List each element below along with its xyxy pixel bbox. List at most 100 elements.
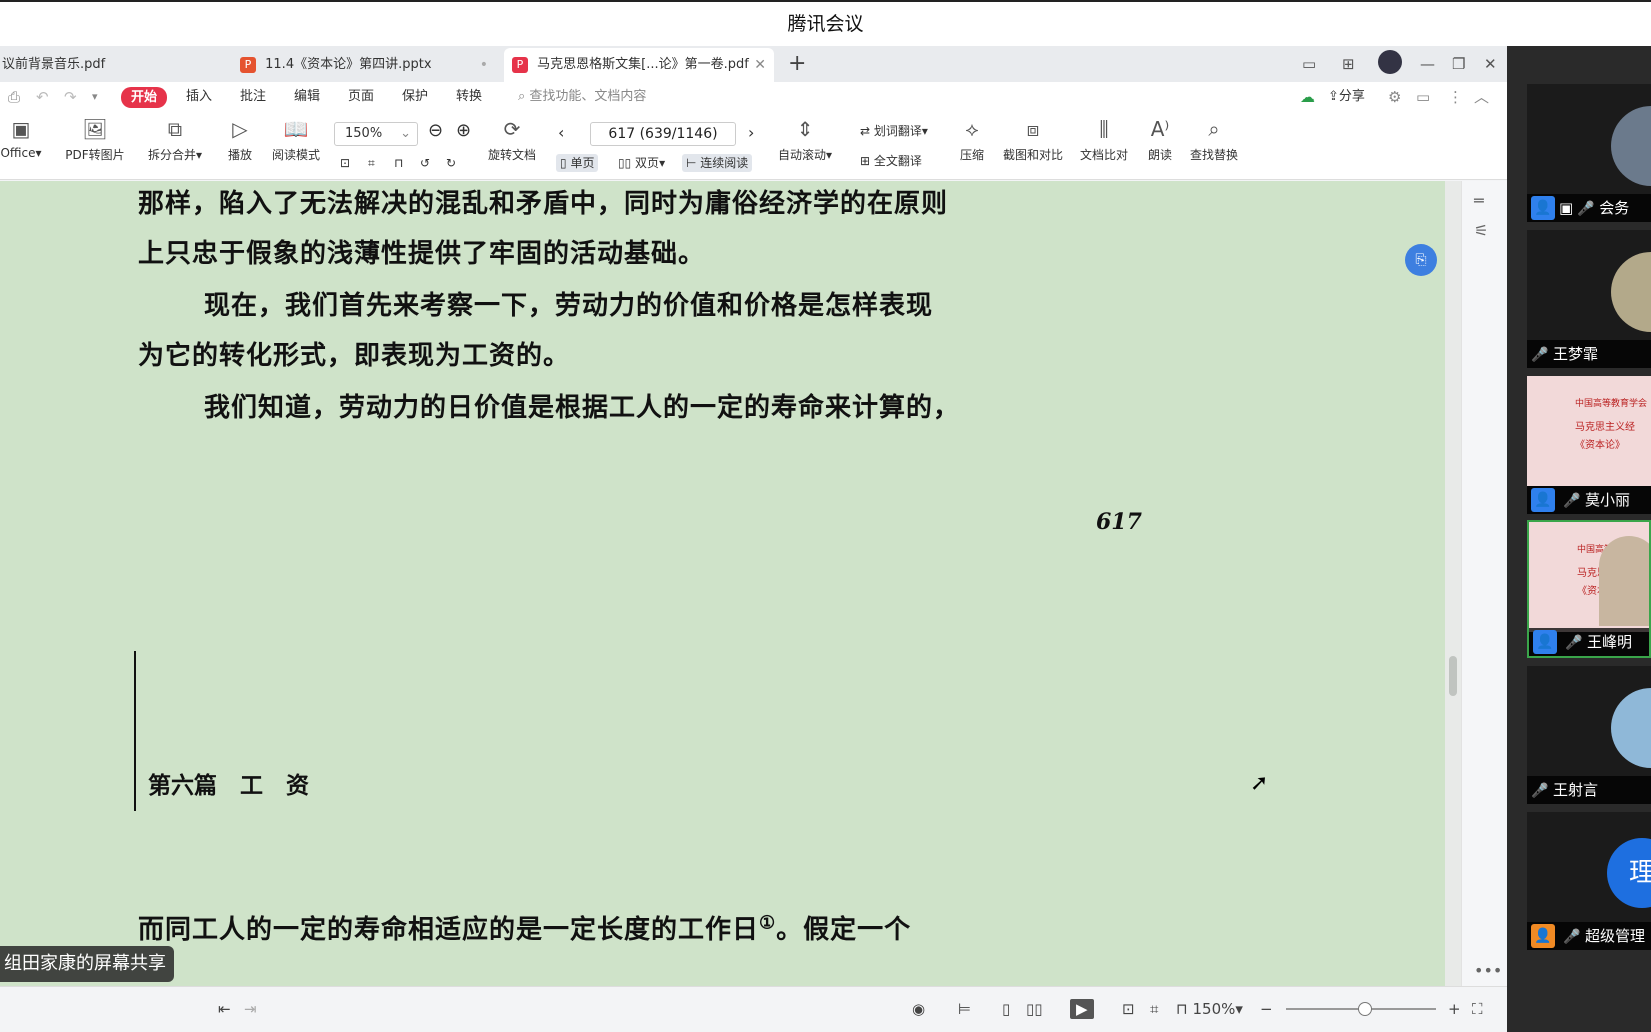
participant-tile[interactable]: 🎤 王梦霏 (1527, 230, 1651, 368)
menu-convert[interactable]: 转换 (456, 88, 482, 106)
prev-section-icon[interactable]: ⇤ (218, 999, 231, 1019)
translate-icon: ⇄ (860, 124, 871, 138)
screen-share-icon: ▣ (1559, 199, 1574, 217)
close-window-icon[interactable]: ✕ (1484, 52, 1497, 76)
restore-icon[interactable]: ❐ (1452, 52, 1465, 76)
more-icon[interactable]: ⋮ (1448, 87, 1463, 107)
settings-icon[interactable]: ⚙ (1388, 87, 1401, 107)
previous-page-icon[interactable]: ‹ (558, 124, 564, 142)
participant-tile-speaking[interactable]: 中国高等教育学会 马克思主义经 《资本论》 👤 🎤王峰明 (1527, 520, 1651, 658)
zoom-slider[interactable] (1286, 1002, 1436, 1016)
close-tab-icon[interactable]: ✕ (754, 48, 766, 82)
find-replace-button[interactable]: ⌕ 查找替换 (1186, 116, 1242, 163)
tab-marx-engels-pdf[interactable]: P 马克思恩格斯文集[...论》第一卷.pdf ✕ (504, 48, 774, 82)
zoom-in-icon[interactable]: ⊕ (456, 122, 471, 140)
participant-tile[interactable]: 🎤 王射言 (1527, 666, 1651, 804)
single-view-icon[interactable]: ▯ (1002, 999, 1010, 1019)
avatar (1611, 252, 1651, 332)
menu-annotate[interactable]: 批注 (240, 88, 266, 106)
menu-edit[interactable]: 编辑 (294, 88, 320, 106)
grid-icon[interactable]: ⊞ (1342, 52, 1355, 76)
collapse-ribbon-icon[interactable]: ︿ (1474, 87, 1489, 107)
actual-size-status-icon[interactable]: ⊡ (1122, 999, 1135, 1019)
compare-icon: ⫼ (1099, 117, 1109, 141)
play-slideshow-icon[interactable]: ▶ (1070, 999, 1094, 1019)
floating-tool-button[interactable]: ⎘ (1405, 244, 1437, 276)
participant-name: 会务 (1599, 199, 1630, 217)
mic-muted-icon: 🎤 (1563, 493, 1581, 509)
rotate-document-button[interactable]: ⟳ 旋转文档 (484, 116, 540, 163)
user-avatar[interactable] (1378, 50, 1402, 74)
filter-settings-icon[interactable]: ⚟ (1474, 221, 1488, 240)
full-translate-button[interactable]: ⊞ 全文翻译 (860, 152, 922, 170)
rotate-right-icon[interactable]: ↻ (446, 154, 456, 172)
read-mode-button[interactable]: 📖 阅读模式 (268, 116, 324, 163)
next-page-icon[interactable]: › (748, 124, 754, 142)
comment-icon[interactable]: ▭ (1416, 87, 1430, 107)
tab-background-music[interactable]: 议前背景音乐.pdf (0, 48, 224, 82)
office-button[interactable]: ▣ Office▾ (0, 116, 46, 160)
auto-scroll-button[interactable]: ⇕ 自动滚动▾ (774, 116, 836, 163)
doc-compare-button[interactable]: ⫼ 文档比对 (1076, 116, 1132, 163)
share-button[interactable]: ⇪分享 (1328, 88, 1365, 106)
zoom-select[interactable]: 150% ⌄ (334, 122, 418, 146)
fullscreen-icon[interactable]: ⛶ (1472, 999, 1483, 1019)
feature-search[interactable]: ⌕ 查找功能、文档内容 (518, 88, 646, 106)
menu-protect[interactable]: 保护 (402, 88, 428, 106)
scroll-thumb[interactable] (1449, 656, 1457, 696)
vertical-scrollbar[interactable] (1445, 181, 1461, 986)
redo-icon[interactable]: ↷ (64, 87, 77, 107)
rotate-left-icon[interactable]: ↺ (420, 154, 430, 172)
double-view-icon[interactable]: ▯▯ (1026, 999, 1043, 1019)
screenshot-compare-button[interactable]: ⧈ 截图和对比 (998, 116, 1068, 163)
footnote-marker[interactable]: ① (759, 912, 776, 933)
word-translate-button[interactable]: ⇄ 划词翻译▾ (860, 122, 928, 140)
cloud-sync-icon[interactable]: ☁ (1300, 87, 1315, 107)
fit-width-icon[interactable]: ⊓ (394, 154, 403, 172)
participant-tile[interactable]: 中国高等教育学会 马克思主义经 《资本论》 👤 🎤 莫小丽 (1527, 376, 1651, 514)
next-section-icon[interactable]: ⇥ (244, 999, 257, 1019)
document-view[interactable]: 那样，陷入了无法解决的混乱和矛盾中，同时为庸俗经济学的在原则 上只忠于假象的浅薄… (0, 181, 1445, 986)
double-page-button[interactable]: ▯▯ 双页▾ (618, 154, 665, 172)
page-number: 617 (1096, 509, 1142, 535)
more-options-icon[interactable]: ••• (1474, 961, 1502, 980)
quick-access-dropdown-icon[interactable]: ▾ (92, 87, 98, 107)
participant-tile[interactable]: 理 👤 🎤 超级管理 (1527, 812, 1651, 950)
add-tab-icon[interactable]: + (788, 50, 806, 78)
fit-status-icon[interactable]: ⌗ (1150, 999, 1158, 1019)
search-icon: ⌕ (518, 89, 526, 104)
compress-button[interactable]: ⟡ 压缩 (954, 116, 990, 163)
undo-icon[interactable]: ↶ (36, 87, 49, 107)
page-number-input[interactable]: 617 (639/1146) (590, 122, 736, 146)
layout-icon[interactable]: ▭ (1302, 52, 1316, 76)
read-aloud-button[interactable]: A⁾ 朗读 (1142, 116, 1178, 163)
single-page-label: 单页 (570, 156, 595, 170)
play-button[interactable]: ▷ 播放 (222, 116, 258, 163)
status-zoom-select[interactable]: ⊓ 150%▾ (1176, 999, 1243, 1019)
print-icon[interactable]: ⎙ (8, 87, 20, 107)
zoom-out-icon[interactable]: ⊖ (428, 122, 443, 140)
tab-lecture-pptx[interactable]: P 11.4《资本论》第四讲.pptx • (232, 48, 496, 82)
zoom-plus-icon[interactable]: + (1448, 999, 1461, 1019)
tab-dot-icon: • (479, 57, 488, 73)
zoom-minus-icon[interactable]: − (1260, 999, 1273, 1019)
participant-tile[interactable]: 👤 ▣ 🎤 会务 (1527, 84, 1651, 222)
pdf-reader-window: 议前背景音乐.pdf P 11.4《资本论》第四讲.pptx • P 马克思恩格… (0, 46, 1507, 1032)
fit-page-icon[interactable]: ⌗ (368, 154, 375, 172)
menu-page[interactable]: 页面 (348, 88, 374, 106)
panel-handle-icon[interactable]: ═ (1474, 191, 1484, 210)
read-aloud-icon: A⁾ (1150, 117, 1170, 141)
single-page-button[interactable]: ▯ 单页 (556, 154, 599, 172)
eye-icon[interactable]: ◉ (912, 999, 925, 1019)
bottom-line-rest: 。假定一个 (776, 915, 912, 945)
continuous-view-icon[interactable]: ⊨ (958, 999, 971, 1019)
continuous-read-button[interactable]: ⊢ 连续阅读 (682, 154, 753, 172)
zoom-slider-knob[interactable] (1358, 1002, 1372, 1016)
menu-insert[interactable]: 插入 (186, 88, 212, 106)
actual-size-icon[interactable]: ⊡ (340, 154, 350, 172)
pdf-to-image-button[interactable]: 🖼 PDF转图片 (60, 116, 130, 163)
screen-share-label: 组田家康的屏幕共享 (0, 946, 174, 982)
minimize-icon[interactable]: — (1420, 52, 1435, 76)
menu-start[interactable]: 开始 (121, 87, 168, 108)
split-merge-button[interactable]: ⧉ 拆分合并▾ (142, 116, 208, 163)
